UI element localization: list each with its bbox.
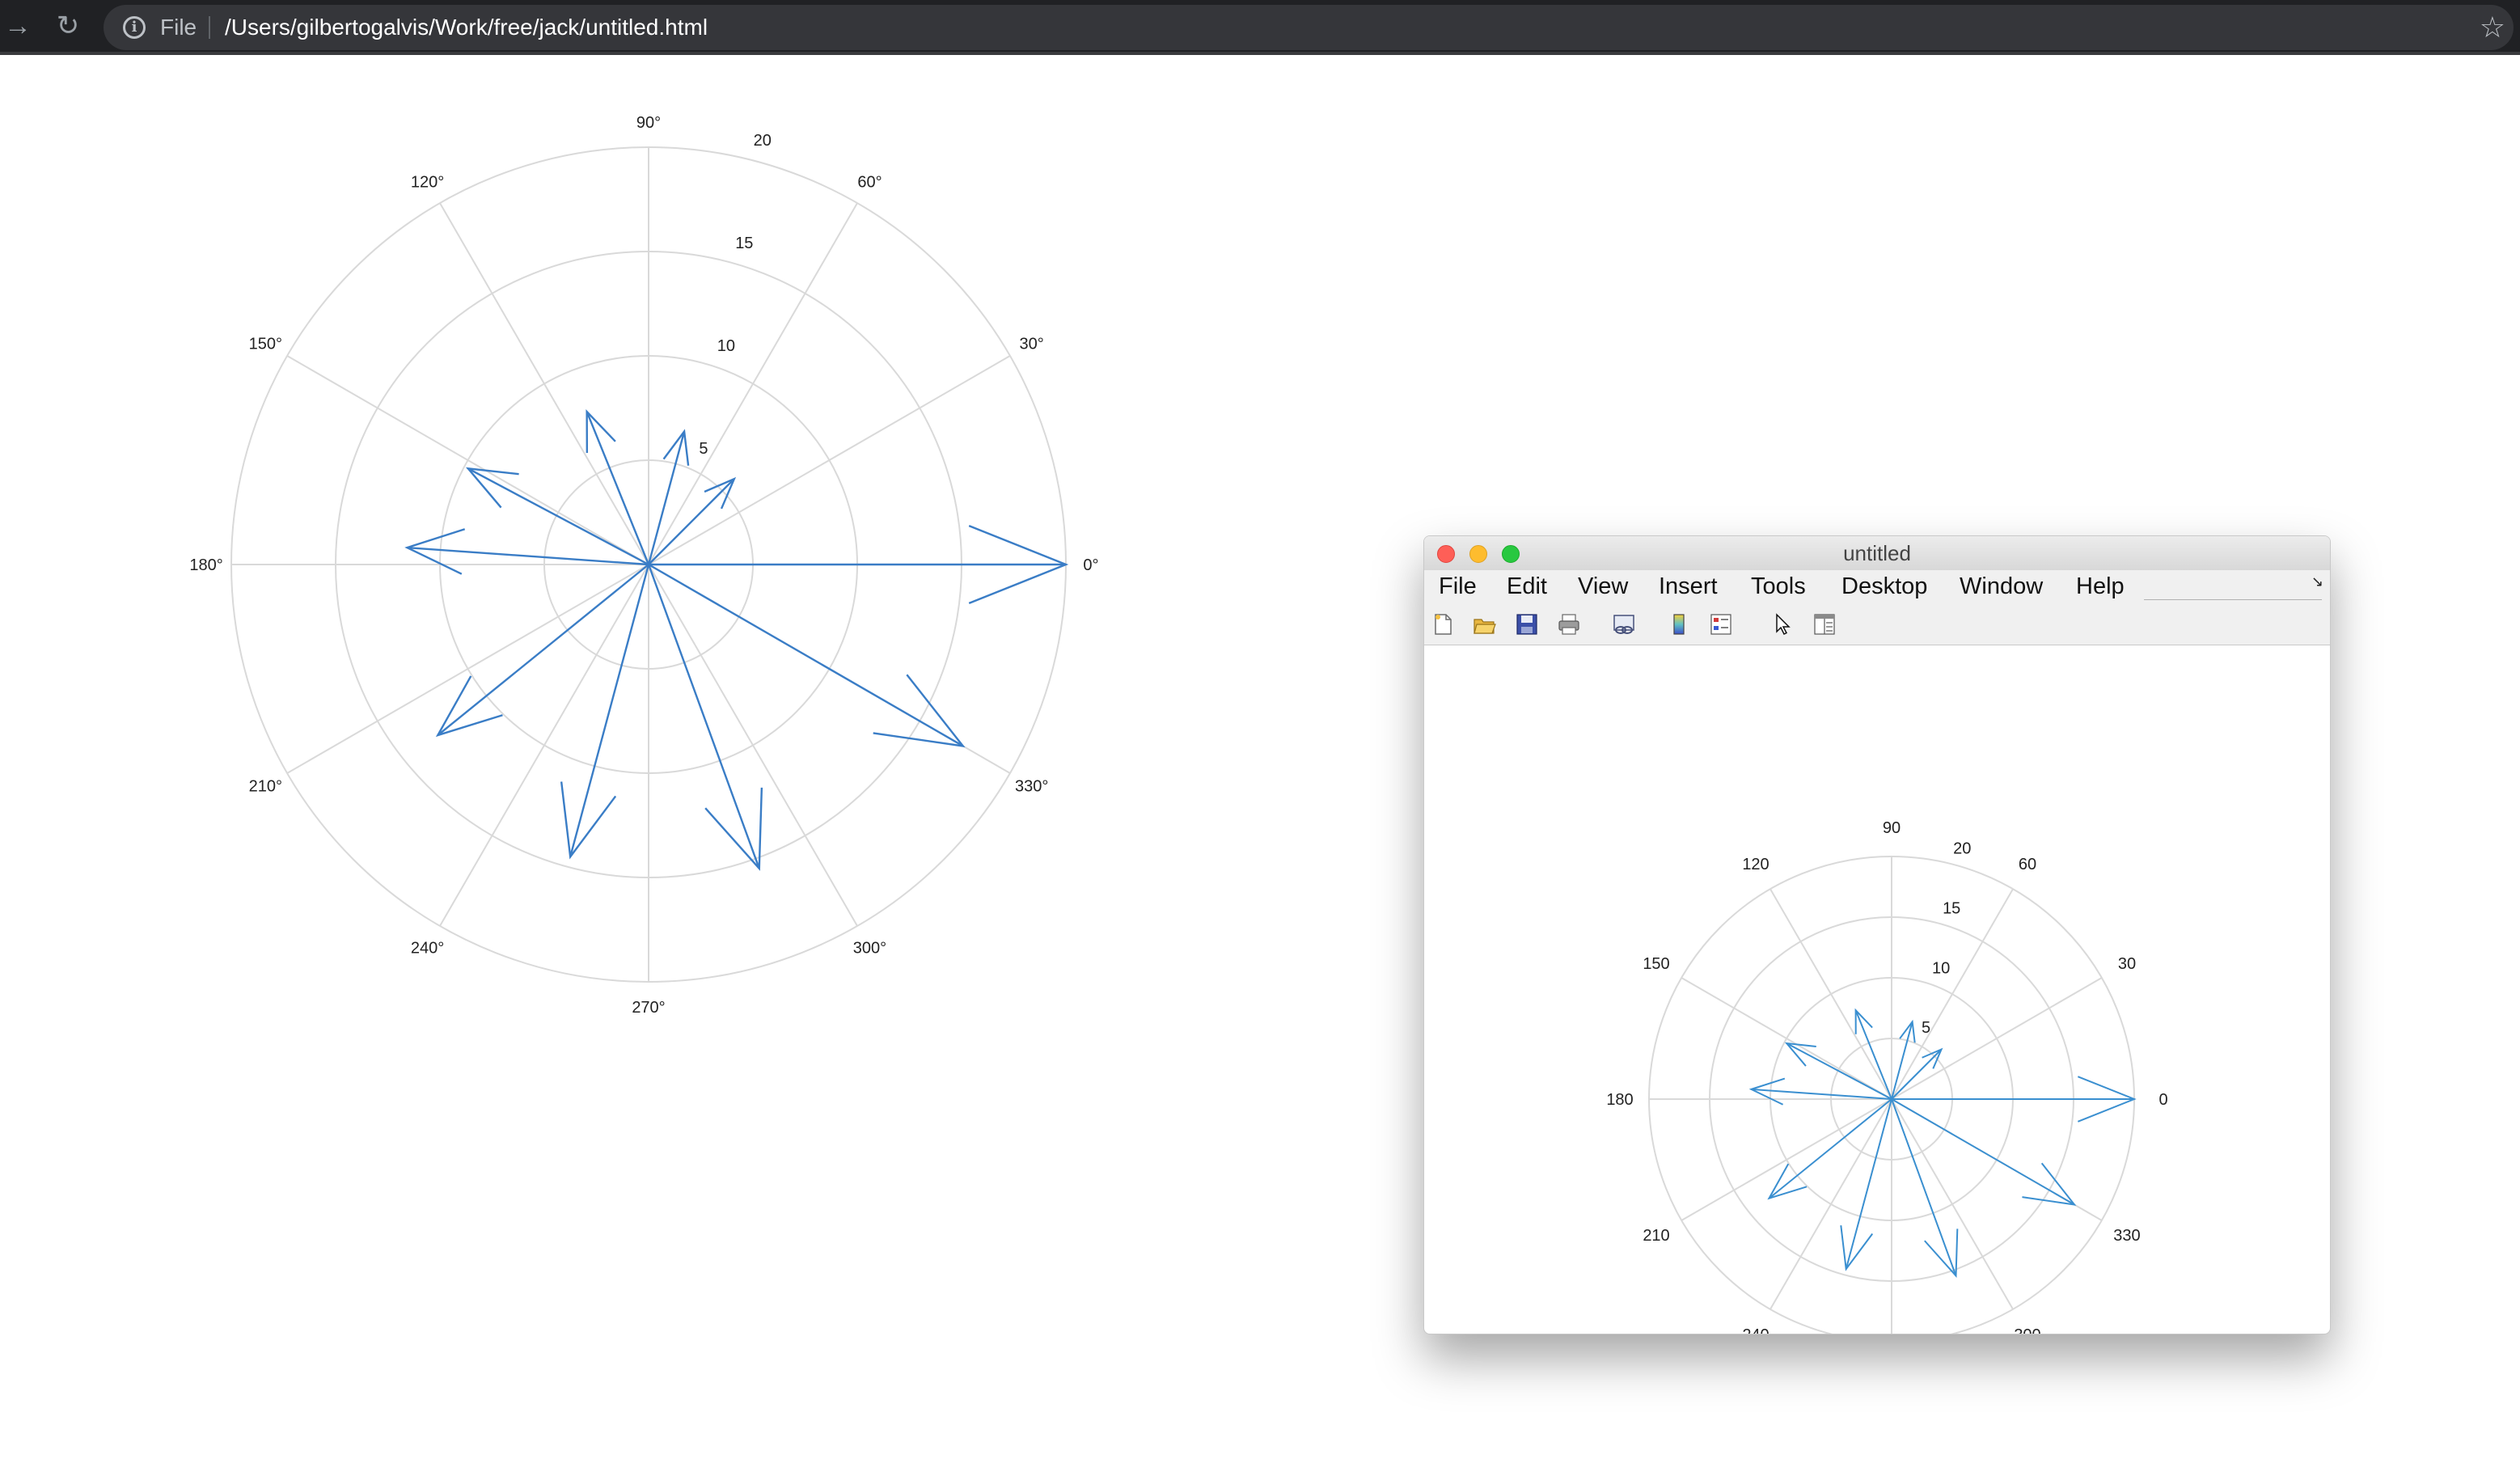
menu-tools[interactable]: Tools: [1751, 570, 1806, 603]
figure-toolbar: [1424, 603, 2330, 645]
menu-insert[interactable]: Insert: [1659, 570, 1718, 603]
vector-shaft: [1854, 1009, 1892, 1100]
figure-window: untitled File Edit View Insert Tools Des…: [1423, 535, 2331, 1334]
radial-tick-label: 15: [735, 235, 753, 252]
radial-tick-label: 5: [699, 440, 708, 458]
legend-icon[interactable]: [1709, 612, 1733, 636]
grid-spoke: [1681, 1098, 1892, 1221]
radial-tick-label: 10: [717, 337, 735, 355]
grid-spoke: [286, 564, 649, 774]
vector-shaft: [1845, 1098, 1892, 1270]
menu-file[interactable]: File: [1439, 570, 1477, 603]
grid-spoke: [1769, 1098, 1892, 1310]
angle-tick-label: 120°: [411, 173, 444, 191]
info-icon[interactable]: i: [123, 16, 146, 39]
menu-edit[interactable]: Edit: [1507, 570, 1547, 603]
chip-separator: [209, 16, 210, 39]
angle-tick-label: 90: [1883, 819, 1901, 837]
radial-tick-label: 5: [1922, 1019, 1930, 1037]
vector-arrowhead: [2022, 1162, 2077, 1206]
angle-tick-label: 180: [1606, 1091, 1633, 1109]
radial-tick-label: 10: [1932, 959, 1950, 977]
grid-spoke: [648, 564, 858, 927]
vector-shaft: [407, 546, 649, 566]
forward-arrow-icon[interactable]: →: [3, 11, 32, 40]
grid-spoke: [648, 355, 1011, 565]
menu-window[interactable]: Window: [1960, 570, 2043, 603]
vector-shaft: [647, 431, 686, 565]
grid-spoke: [286, 355, 649, 565]
radial-tick-label: 15: [1943, 899, 1960, 917]
grid-spoke: [648, 202, 858, 565]
reload-icon[interactable]: ↻: [53, 11, 82, 40]
colorbar-icon[interactable]: [1667, 612, 1691, 636]
grid-spoke: [439, 202, 649, 565]
file-chip: File: [160, 15, 197, 40]
window-title-bar[interactable]: untitled: [1424, 536, 2330, 571]
vector-shaft: [586, 411, 650, 565]
vector-shaft: [1751, 1088, 1892, 1100]
save-icon[interactable]: [1515, 612, 1539, 636]
angle-tick-label: 60: [2019, 856, 2036, 873]
browser-toolbar: → ↻ i File /Users/gilbertogalvis/Work/fr…: [0, 0, 2520, 55]
grid-spoke: [1891, 1098, 2014, 1310]
angle-tick-label: 60°: [857, 173, 882, 191]
vector-shaft: [1768, 1098, 1892, 1199]
menu-bar: File Edit View Insert Tools Desktop Wind…: [1424, 570, 2330, 603]
print-icon[interactable]: [1557, 612, 1581, 636]
property-editor-icon[interactable]: [1812, 612, 1837, 636]
angle-tick-label: 30: [2118, 955, 2136, 973]
link-plot-icon[interactable]: [1612, 612, 1636, 636]
menu-view[interactable]: View: [1578, 570, 1628, 603]
angle-tick-label: 300: [2014, 1326, 2040, 1334]
angle-tick-label: 270°: [632, 999, 665, 1017]
angle-tick-label: 150°: [249, 336, 282, 353]
angle-tick-label: 180°: [189, 556, 222, 574]
grid-spoke: [439, 564, 649, 927]
angle-tick-label: 120: [1742, 856, 1769, 873]
window-title: untitled: [1843, 541, 1911, 565]
angle-tick-label: 240°: [411, 940, 444, 958]
vector-shaft: [437, 564, 649, 737]
grid-spoke: [1891, 888, 2014, 1100]
vector-shaft: [648, 563, 964, 747]
angle-tick-label: 0: [2158, 1091, 2167, 1109]
angle-tick-label: 150: [1643, 955, 1669, 973]
angle-tick-label: 30°: [1020, 336, 1044, 353]
menu-separator: [2144, 599, 2322, 600]
dock-arrow-icon[interactable]: ↘: [2311, 573, 2323, 590]
angle-tick-label: 330°: [1015, 777, 1048, 795]
figure-polar-chart: 51015200306090120150180210240270300330: [1606, 819, 2168, 1334]
grid-spoke: [1891, 977, 2103, 1100]
address-bar[interactable]: i File /Users/gilbertogalvis/Work/free/j…: [104, 5, 2514, 50]
main-polar-chart: 5 10 15 20 0° 30° 60° 90° 120° 150° 180° 210° 240° 27…: [189, 114, 1098, 1017]
angle-tick-label: 300°: [853, 940, 886, 958]
grid-spoke: [1681, 977, 1892, 1100]
pointer-icon[interactable]: [1770, 612, 1795, 636]
star-icon[interactable]: ☆: [2480, 5, 2505, 50]
new-figure-icon[interactable]: [1431, 612, 1455, 636]
angle-tick-label: 210°: [249, 777, 282, 795]
angle-tick-label: 330: [2113, 1227, 2140, 1245]
vector-shaft: [569, 564, 650, 857]
menu-help[interactable]: Help: [2076, 570, 2125, 603]
vector-arrowhead: [873, 674, 966, 748]
vector-shaft: [1891, 1021, 1913, 1100]
open-file-icon[interactable]: [1473, 612, 1497, 636]
angle-tick-label: 240: [1742, 1326, 1769, 1334]
angle-tick-label: 90°: [636, 114, 661, 132]
angle-tick-label: 0°: [1083, 556, 1098, 574]
radial-tick-label: 20: [754, 132, 772, 150]
url-text[interactable]: /Users/gilbertogalvis/Work/free/jack/unt…: [225, 5, 708, 50]
radial-tick-label: 20: [1953, 840, 1971, 858]
vector-shaft: [1891, 1098, 2075, 1206]
vector-arrowhead: [560, 781, 617, 860]
menu-desktop[interactable]: Desktop: [1841, 570, 1927, 603]
angle-tick-label: 210: [1643, 1227, 1669, 1245]
